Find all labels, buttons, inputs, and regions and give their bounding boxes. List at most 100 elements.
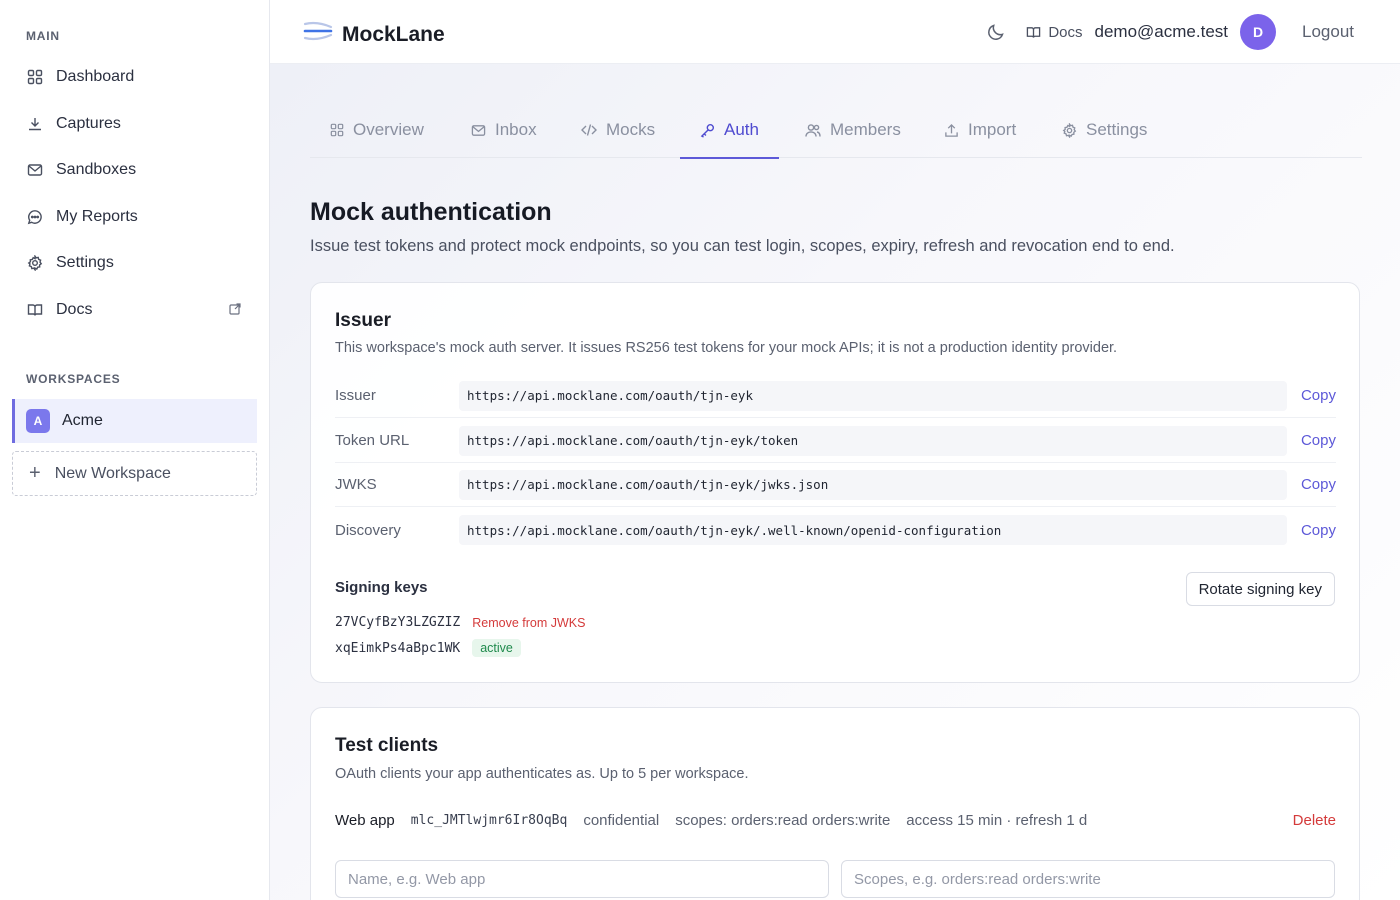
avatar[interactable]: D bbox=[1240, 14, 1276, 50]
chat-icon bbox=[26, 208, 44, 226]
tab-settings[interactable]: Settings bbox=[1062, 102, 1147, 158]
brand[interactable]: MockLane bbox=[303, 19, 445, 50]
key-icon bbox=[700, 123, 715, 138]
signing-keys-title: Signing keys bbox=[335, 579, 428, 596]
sidebar-item-label: Captures bbox=[56, 115, 121, 132]
sidebar-item-my-reports[interactable]: My Reports bbox=[12, 197, 257, 237]
test-clients-card: Test clients OAuth clients your app auth… bbox=[310, 707, 1360, 900]
brand-name: MockLane bbox=[342, 22, 445, 46]
delete-client-button[interactable]: Delete bbox=[1293, 812, 1336, 829]
signing-key-row: 27VCyfBzY3LZGZIZ Remove from JWKS bbox=[335, 615, 585, 630]
upload-icon bbox=[945, 123, 958, 137]
signing-key-id: xqEimkPs4aBpc1WK bbox=[335, 640, 461, 656]
sidebar-section-main: MAIN bbox=[26, 29, 60, 43]
sidebar-item-dashboard[interactable]: Dashboard bbox=[12, 57, 257, 97]
copy-token-url-button[interactable]: Copy bbox=[1301, 432, 1336, 449]
issuer-card: Issuer This workspace's mock auth server… bbox=[310, 282, 1360, 683]
docs-label: Docs bbox=[1048, 23, 1083, 41]
tab-overview[interactable]: Overview bbox=[330, 102, 424, 158]
copy-jwks-button[interactable]: Copy bbox=[1301, 476, 1336, 493]
client-name: Web app bbox=[335, 812, 395, 829]
external-link-icon bbox=[229, 302, 243, 316]
sidebar-item-label: Dashboard bbox=[56, 68, 135, 85]
tab-import[interactable]: Import bbox=[944, 102, 1016, 158]
new-workspace-button[interactable]: + New Workspace bbox=[12, 451, 257, 496]
row-label: JWKS bbox=[335, 476, 377, 493]
sidebar: MAIN Dashboard Captures Sandboxes My Rep… bbox=[0, 0, 270, 900]
tab-label: Members bbox=[830, 120, 901, 139]
token-url-value[interactable]: https://api.mocklane.com/oauth/tjn-eyk/t… bbox=[459, 425, 1287, 456]
tab-bar: Overview Inbox Mocks Auth Members Import… bbox=[310, 102, 1362, 159]
client-scopes: scopes: orders:read orders:write bbox=[675, 812, 891, 829]
moon-icon[interactable] bbox=[986, 22, 1006, 42]
sidebar-item-docs[interactable]: Docs bbox=[12, 290, 257, 330]
workspace-badge: A bbox=[26, 409, 50, 433]
issuer-url-value[interactable]: https://api.mocklane.com/oauth/tjn-eyk bbox=[459, 380, 1287, 411]
logo-icon bbox=[303, 19, 333, 50]
users-icon bbox=[805, 123, 821, 137]
issuer-row-jwks: JWKS https://api.mocklane.com/oauth/tjn-… bbox=[335, 463, 1336, 507]
issuer-row-discovery: Discovery https://api.mocklane.com/oauth… bbox=[335, 508, 1336, 552]
gear-icon bbox=[26, 254, 44, 272]
main-content: Overview Inbox Mocks Auth Members Import… bbox=[270, 64, 1400, 900]
top-bar: MockLane Docs demo@acme.test D Logout bbox=[270, 0, 1400, 64]
logout-button[interactable]: Logout bbox=[1302, 22, 1354, 42]
client-name-input[interactable] bbox=[335, 860, 829, 898]
page-subtitle: Issue test tokens and protect mock endpo… bbox=[310, 237, 1175, 255]
sidebar-item-settings[interactable]: Settings bbox=[12, 243, 257, 283]
sidebar-item-captures[interactable]: Captures bbox=[12, 104, 257, 144]
user-email: demo@acme.test bbox=[1094, 22, 1228, 41]
issuer-row-issuer: Issuer https://api.mocklane.com/oauth/tj… bbox=[335, 374, 1336, 418]
sidebar-item-label: Settings bbox=[56, 254, 114, 271]
workspace-item-acme[interactable]: A Acme bbox=[12, 399, 257, 443]
book-icon bbox=[26, 301, 44, 319]
client-ttl: access 15 min · refresh 1 d bbox=[906, 812, 1088, 829]
row-label: Discovery bbox=[335, 521, 401, 539]
issuer-subtitle: This workspace's mock auth server. It is… bbox=[335, 340, 1118, 356]
sidebar-item-label: My Reports bbox=[56, 208, 138, 225]
copy-issuer-button[interactable]: Copy bbox=[1301, 387, 1336, 404]
page-title: Mock authentication bbox=[310, 198, 552, 226]
gear-icon bbox=[1062, 122, 1077, 138]
row-label: Issuer bbox=[335, 387, 376, 404]
sidebar-item-label: Sandboxes bbox=[56, 161, 137, 178]
grid-icon bbox=[26, 68, 44, 86]
row-label: Token URL bbox=[335, 432, 410, 449]
signing-key-id: 27VCyfBzY3LZGZIZ bbox=[335, 615, 461, 630]
tab-inbox[interactable]: Inbox bbox=[471, 102, 537, 158]
test-clients-title: Test clients bbox=[335, 735, 439, 756]
copy-discovery-button[interactable]: Copy bbox=[1301, 522, 1336, 539]
tab-label: Import bbox=[968, 120, 1017, 139]
tab-label: Mocks bbox=[606, 120, 656, 139]
mail-icon bbox=[26, 161, 44, 179]
workspace-name: Acme bbox=[62, 412, 103, 429]
remove-from-jwks-button[interactable]: Remove from JWKS bbox=[472, 616, 585, 630]
tab-label: Settings bbox=[1086, 120, 1148, 139]
tab-label: Inbox bbox=[495, 120, 537, 139]
discovery-url-value[interactable]: https://api.mocklane.com/oauth/tjn-eyk/.… bbox=[459, 515, 1287, 545]
book-icon bbox=[1027, 26, 1041, 38]
tab-label: Auth bbox=[724, 120, 759, 139]
sidebar-item-label: Docs bbox=[56, 301, 93, 318]
issuer-title: Issuer bbox=[335, 310, 391, 331]
grid-icon bbox=[330, 123, 344, 137]
new-workspace-label: New Workspace bbox=[54, 464, 171, 482]
tab-auth[interactable]: Auth bbox=[680, 102, 779, 159]
client-scopes-input[interactable] bbox=[841, 860, 1335, 898]
test-clients-subtitle: OAuth clients your app authenticates as.… bbox=[335, 766, 749, 782]
top-right-actions: Docs demo@acme.test D Logout bbox=[986, 14, 1354, 50]
signing-key-row: xqEimkPs4aBpc1WK active bbox=[335, 639, 521, 657]
sidebar-item-sandboxes[interactable]: Sandboxes bbox=[12, 150, 257, 190]
plus-icon: + bbox=[29, 462, 41, 484]
download-icon bbox=[26, 115, 44, 133]
code-icon bbox=[581, 124, 597, 136]
docs-link[interactable]: Docs bbox=[1026, 23, 1083, 41]
tab-label: Overview bbox=[353, 120, 424, 139]
tab-mocks[interactable]: Mocks bbox=[581, 102, 655, 158]
client-id[interactable]: mlc_JMTlwjmr6Ir8OqBq bbox=[411, 813, 568, 828]
tab-members[interactable]: Members bbox=[805, 102, 901, 158]
rotate-signing-key-button[interactable]: Rotate signing key bbox=[1185, 572, 1335, 606]
sidebar-section-workspaces: WORKSPACES bbox=[26, 372, 121, 386]
client-type: confidential bbox=[583, 812, 660, 829]
jwks-url-value[interactable]: https://api.mocklane.com/oauth/tjn-eyk/j… bbox=[459, 469, 1287, 500]
